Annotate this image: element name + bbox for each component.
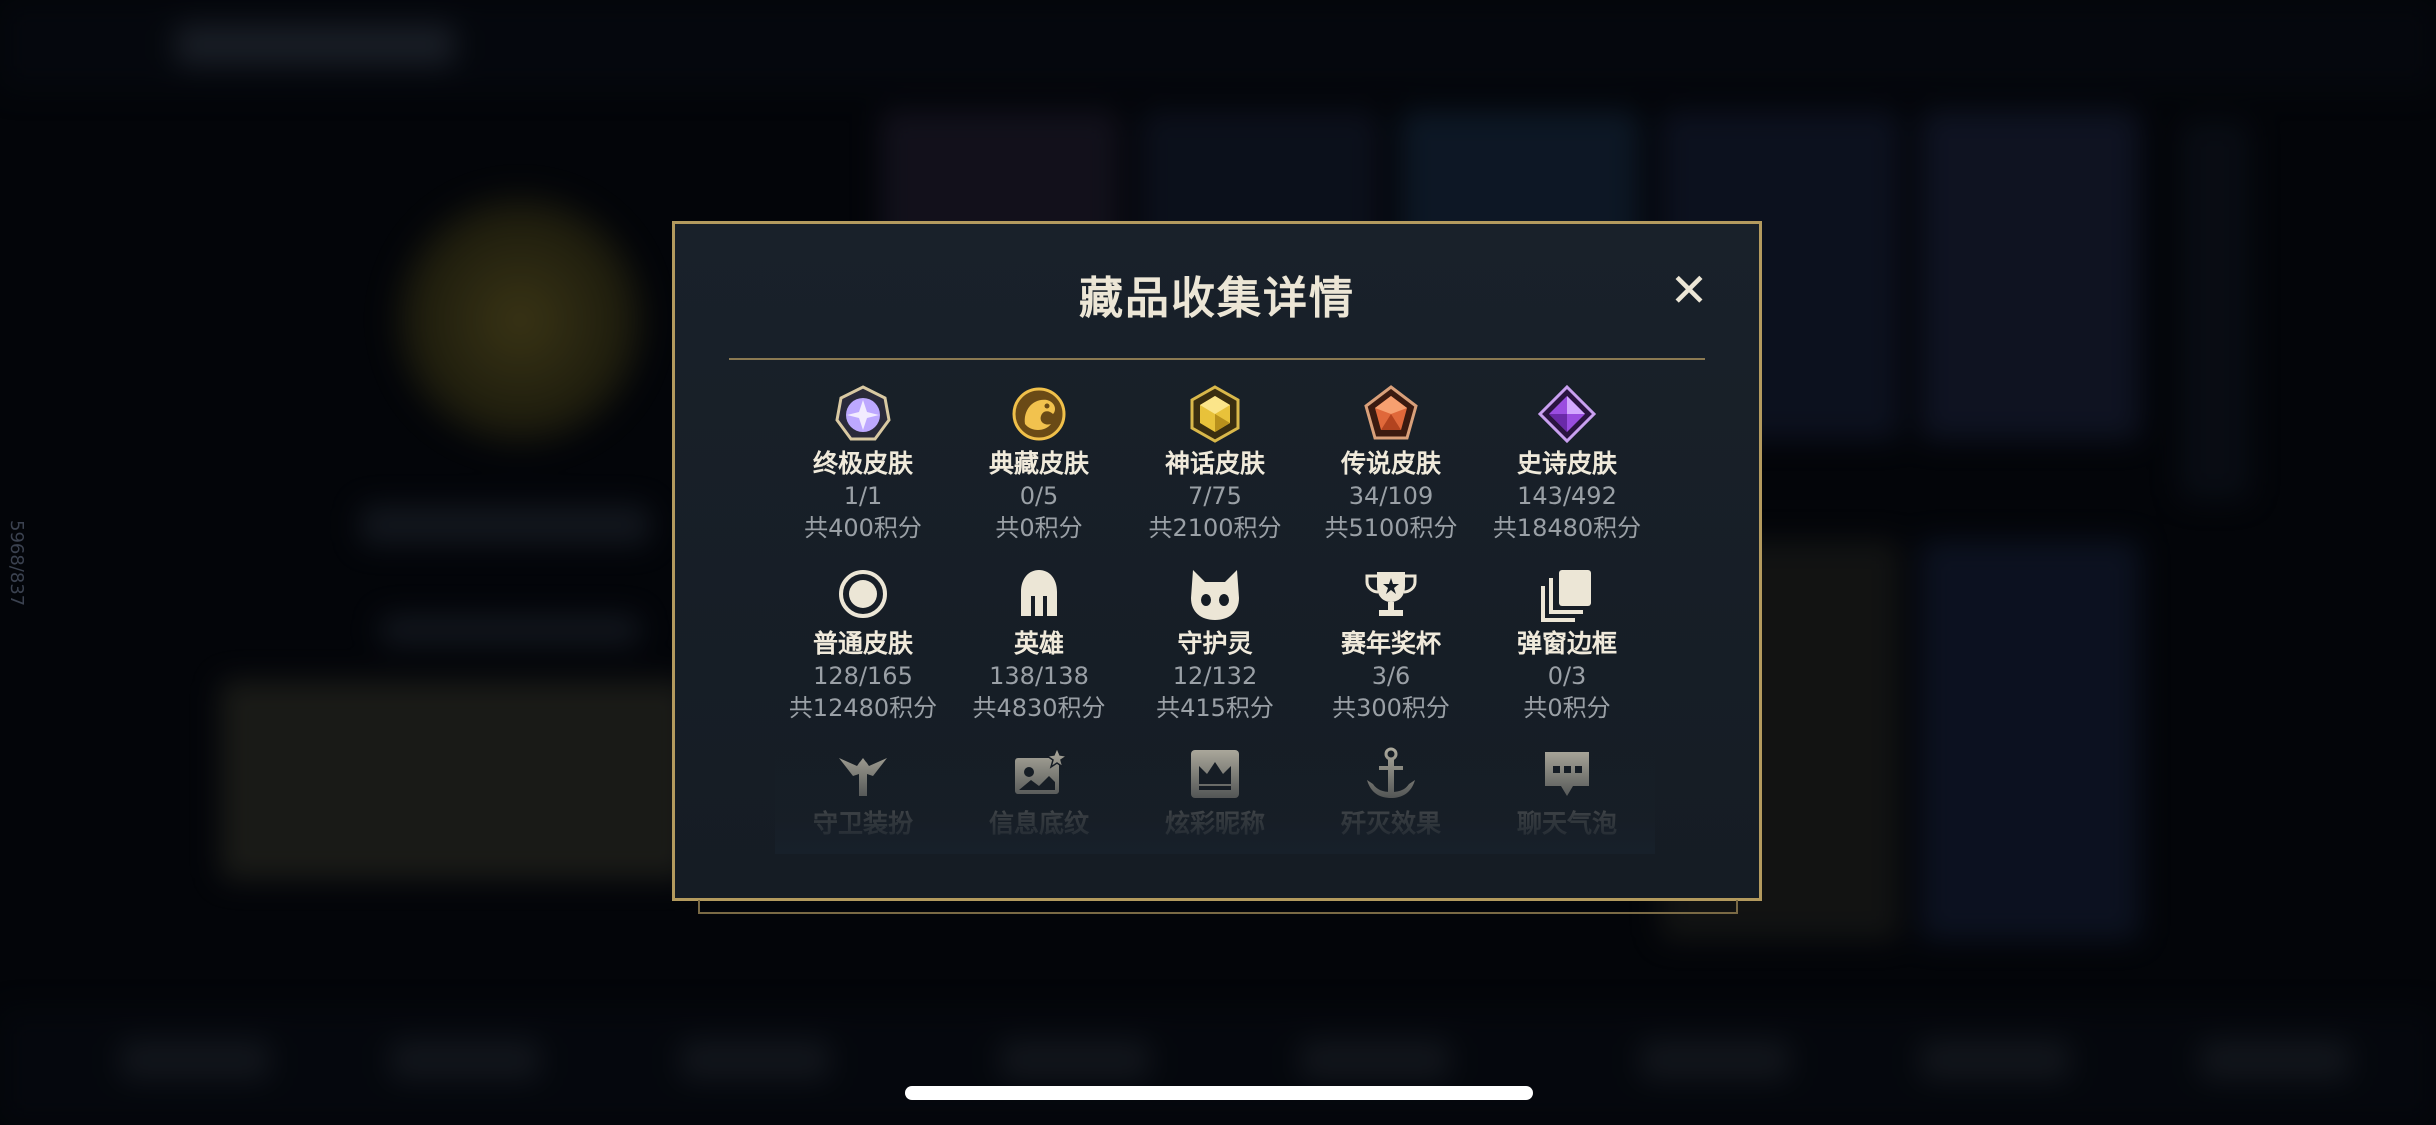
chat-bubble-icon bbox=[1545, 752, 1589, 796]
mythic-gem-icon bbox=[1190, 385, 1240, 443]
collection-item-ward-skin[interactable]: 守卫装扮 bbox=[775, 744, 951, 840]
item-points: 共415积分 bbox=[1156, 694, 1274, 722]
item-count: 1/1 bbox=[843, 482, 883, 510]
item-label: 聊天气泡 bbox=[1516, 809, 1617, 838]
helmet-icon bbox=[1021, 570, 1057, 616]
cat-face-icon bbox=[1191, 570, 1239, 620]
collection-item-standard-skin[interactable]: 普通皮肤 128/165 共12480积分 bbox=[775, 564, 951, 724]
item-label: 守卫装扮 bbox=[812, 809, 913, 838]
item-count: 0/5 bbox=[1019, 482, 1059, 510]
item-points: 共4830积分 bbox=[972, 694, 1106, 722]
legendary-gem-icon bbox=[1364, 385, 1418, 440]
item-label: 传说皮肤 bbox=[1340, 449, 1441, 478]
ring-icon bbox=[839, 570, 887, 618]
item-points: 共12480积分 bbox=[788, 694, 938, 722]
item-points: 共2100积分 bbox=[1148, 514, 1282, 542]
item-points: 共5100积分 bbox=[1324, 514, 1458, 542]
item-count: 12/132 bbox=[1172, 662, 1258, 690]
item-label: 典藏皮肤 bbox=[988, 449, 1089, 478]
collection-row: 终极皮肤 1/1 共400积分 典藏皮肤 0/5 共0积分 神话皮肤 7/75 … bbox=[775, 384, 1655, 564]
item-label: 炫彩昵称 bbox=[1164, 809, 1265, 838]
item-label: 英雄 bbox=[1013, 629, 1064, 658]
item-count: 34/109 bbox=[1348, 482, 1434, 510]
item-count: 143/492 bbox=[1517, 482, 1617, 510]
epic-gem-icon bbox=[1537, 384, 1597, 444]
item-label: 赛年奖杯 bbox=[1340, 629, 1441, 658]
modal-frame-edge bbox=[698, 900, 1738, 914]
collection-grid[interactable]: 终极皮肤 1/1 共400积分 典藏皮肤 0/5 共0积分 神话皮肤 7/75 … bbox=[775, 384, 1655, 854]
item-label: 普通皮肤 bbox=[812, 629, 913, 658]
item-label: 歼灭效果 bbox=[1340, 809, 1441, 838]
collection-row: 普通皮肤 128/165 共12480积分 英雄 138/138 共4830积分 bbox=[775, 564, 1655, 744]
item-label: 守护灵 bbox=[1177, 629, 1253, 658]
trophy-icon bbox=[1365, 572, 1417, 616]
collection-item-collector-skin[interactable]: 典藏皮肤 0/5 共0积分 bbox=[951, 384, 1127, 544]
anchor-icon bbox=[1367, 747, 1415, 798]
picture-sparkle-icon bbox=[1015, 746, 1069, 794]
item-points: 共400积分 bbox=[804, 514, 922, 542]
home-indicator[interactable] bbox=[905, 1086, 1533, 1100]
side-id-text: 5968/837 bbox=[6, 520, 27, 607]
item-label: 史诗皮肤 bbox=[1516, 449, 1617, 478]
collection-item-guardian[interactable]: 守护灵 12/132 共415积分 bbox=[1127, 564, 1303, 724]
item-points: 共0积分 bbox=[1523, 694, 1611, 722]
modal-title: 藏品收集详情 bbox=[1079, 273, 1355, 324]
item-count: 128/165 bbox=[813, 662, 913, 690]
collection-item-popup-frame[interactable]: 弹窗边框 0/3 共0积分 bbox=[1479, 564, 1655, 724]
collection-item-mythic-skin[interactable]: 神话皮肤 7/75 共2100积分 bbox=[1127, 384, 1303, 544]
item-count: 138/138 bbox=[989, 662, 1089, 690]
item-points: 共300积分 bbox=[1332, 694, 1450, 722]
item-points: 共18480积分 bbox=[1492, 514, 1642, 542]
dragon-emblem-icon bbox=[1012, 387, 1066, 441]
close-button[interactable]: ✕ bbox=[1667, 267, 1711, 313]
title-divider bbox=[729, 358, 1705, 360]
item-label: 终极皮肤 bbox=[812, 449, 913, 478]
collection-item-colorful-nickname[interactable]: 炫彩昵称 bbox=[1127, 744, 1303, 840]
item-label: 弹窗边框 bbox=[1516, 629, 1617, 658]
collection-item-chat-bubble[interactable]: 聊天气泡 bbox=[1479, 744, 1655, 840]
ward-icon bbox=[839, 758, 887, 796]
collection-item-profile-banner[interactable]: 信息底纹 bbox=[951, 744, 1127, 840]
collection-item-ultimate-skin[interactable]: 终极皮肤 1/1 共400积分 bbox=[775, 384, 951, 544]
collection-item-champion[interactable]: 英雄 138/138 共4830积分 bbox=[951, 564, 1127, 724]
item-label: 神话皮肤 bbox=[1164, 449, 1265, 478]
collection-details-modal: 藏品收集详情 ✕ 终极皮肤 1/1 共400积分 典藏皮肤 0/5 共0积分 神… bbox=[672, 221, 1762, 901]
stacked-frames-icon bbox=[1541, 570, 1591, 622]
collection-row: 守卫装扮 信息底纹 炫彩昵称 歼灭效果 聊天气泡 bbox=[775, 744, 1655, 854]
item-label: 信息底纹 bbox=[988, 809, 1089, 838]
ultimate-gem-icon bbox=[835, 385, 891, 441]
item-count: 3/6 bbox=[1371, 662, 1411, 690]
collection-item-season-trophy[interactable]: 赛年奖杯 3/6 共300积分 bbox=[1303, 564, 1479, 724]
collection-item-epic-skin[interactable]: 史诗皮肤 143/492 共18480积分 bbox=[1479, 384, 1655, 544]
collection-item-takedown-effect[interactable]: 歼灭效果 bbox=[1303, 744, 1479, 840]
collection-item-legendary-skin[interactable]: 传说皮肤 34/109 共5100积分 bbox=[1303, 384, 1479, 544]
item-count: 7/75 bbox=[1188, 482, 1242, 510]
screen: 5968/837 藏品收集详情 ✕ 终极皮肤 1/1 共400积分 典藏皮肤 0… bbox=[0, 0, 2436, 1125]
item-points: 共0积分 bbox=[995, 514, 1083, 542]
crown-card-icon bbox=[1191, 750, 1239, 798]
item-count: 0/3 bbox=[1547, 662, 1587, 690]
